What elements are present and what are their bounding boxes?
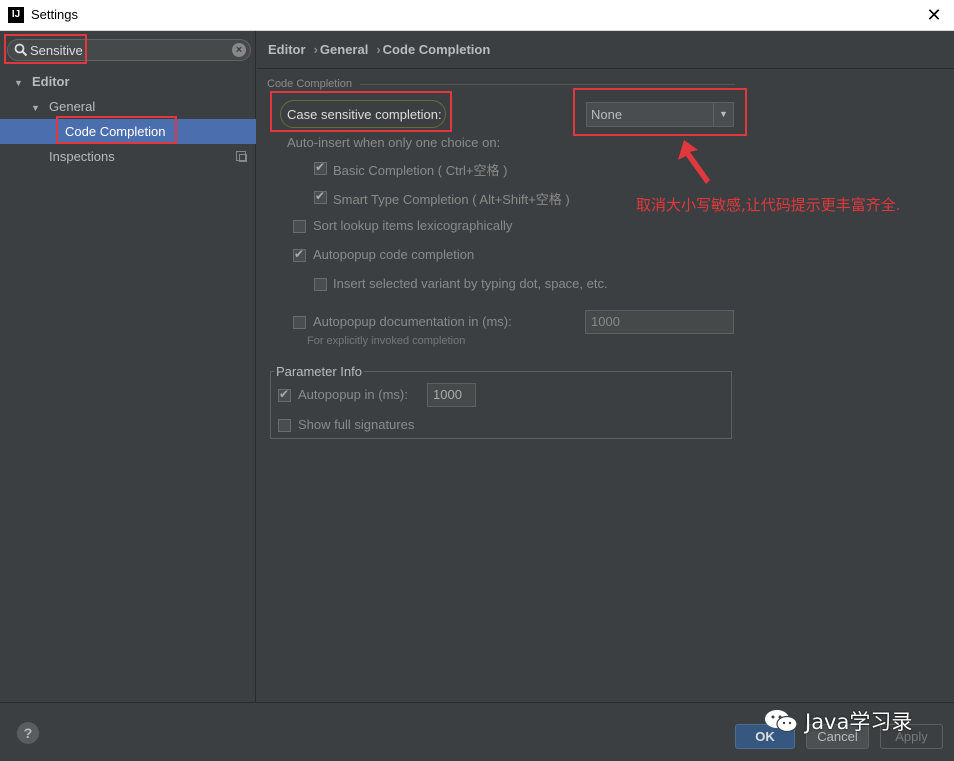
title-bar: IJ Settings ✕	[0, 0, 954, 31]
basic-completion-checkbox[interactable]	[314, 160, 327, 175]
insert-variant-label: Insert selected variant by typing dot, s…	[333, 276, 608, 291]
tree-item-label: General	[49, 99, 96, 114]
breadcrumb-editor[interactable]: Editor	[268, 42, 306, 57]
sort-lexicographically-checkbox[interactable]	[293, 220, 306, 233]
wechat-logo-icon	[765, 710, 798, 733]
expand-arrow-icon[interactable]: ▼	[31, 96, 45, 121]
annotation-text: 取消大小写敏感,让代码提示更丰富齐全.	[636, 196, 901, 214]
param-autopopup-label: Autopopup in (ms):	[298, 387, 408, 402]
chevron-right-icon: ›	[313, 42, 318, 57]
close-icon[interactable]: ✕	[922, 3, 946, 27]
chevron-right-icon: ›	[376, 42, 381, 57]
insert-variant-checkbox[interactable]	[314, 278, 327, 291]
highlight-search	[4, 34, 87, 64]
clear-search-icon[interactable]: ×	[232, 43, 246, 57]
smart-completion-label: Smart Type Completion ( Alt+Shift+空格 )	[333, 192, 570, 207]
autopopup-doc-checkbox[interactable]	[293, 316, 306, 329]
tree-item-label: Editor	[32, 74, 70, 89]
parameter-info-title: Parameter Info	[274, 364, 364, 379]
smart-completion-checkbox[interactable]	[314, 189, 327, 204]
highlight-dropdown	[573, 88, 747, 136]
param-autopopup-checkbox[interactable]	[278, 387, 291, 402]
wechat-watermark: Java学习录	[763, 706, 912, 736]
watermark-text: Java学习录	[805, 710, 913, 734]
annotation-arrow-icon	[678, 140, 710, 184]
param-autopopup-ms-field[interactable]: 1000	[427, 383, 476, 407]
section-title: Code Completion	[267, 78, 352, 90]
divider	[257, 68, 954, 69]
help-button[interactable]: ?	[17, 722, 39, 744]
section-divider	[360, 84, 735, 85]
breadcrumb: Editor › General › Code Completion	[268, 42, 492, 57]
auto-insert-label: Auto-insert when only one choice on:	[287, 135, 501, 150]
show-full-signatures-checkbox[interactable]	[278, 419, 291, 432]
autopopup-doc-hint: For explicitly invoked completion	[307, 335, 466, 347]
autopopup-code-label: Autopopup code completion	[313, 247, 475, 262]
basic-completion-label: Basic Completion ( Ctrl+空格 )	[333, 163, 508, 178]
autopopup-doc-ms-field[interactable]: 1000	[585, 310, 734, 334]
autopopup-doc-label: Autopopup documentation in (ms):	[313, 314, 512, 329]
tree-item-editor[interactable]: ▼ Editor	[14, 69, 70, 94]
show-full-signatures-label: Show full signatures	[298, 417, 415, 432]
breadcrumb-code-completion: Code Completion	[382, 42, 491, 57]
tree-item-label: Inspections	[49, 149, 115, 164]
autopopup-code-checkbox[interactable]	[293, 247, 306, 262]
tree-item-inspections[interactable]: Inspections	[49, 144, 115, 169]
project-settings-icon	[236, 151, 247, 162]
highlight-case-sensitive-label	[270, 91, 452, 132]
expand-arrow-icon[interactable]: ▼	[14, 71, 28, 96]
breadcrumb-general[interactable]: General	[320, 42, 368, 57]
sort-lexicographically-label: Sort lookup items lexicographically	[313, 218, 513, 233]
intellij-app-icon: IJ	[8, 7, 24, 23]
highlight-code-completion	[56, 116, 177, 144]
window-title: Settings	[31, 7, 78, 22]
